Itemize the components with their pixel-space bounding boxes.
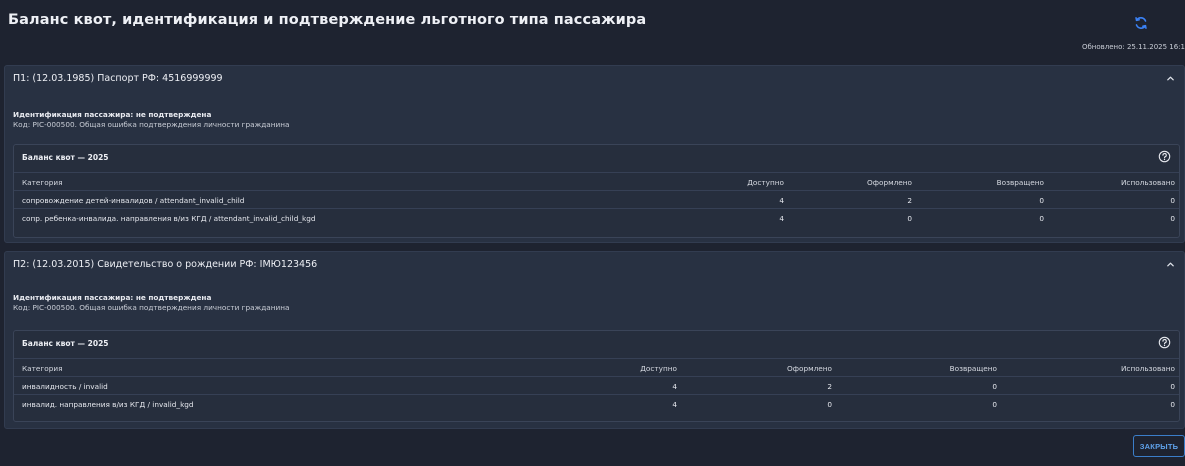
- identification-error-code: Код: PIC-000500. Общая ошибка подтвержде…: [13, 120, 290, 129]
- table-header-row: Категория Доступно Оформлено Возвращено …: [14, 358, 1179, 376]
- cell-returned: 0: [992, 382, 997, 391]
- column-header-issued: Оформлено: [787, 364, 832, 373]
- cell-issued: 0: [827, 400, 832, 409]
- cell-issued: 2: [907, 196, 912, 205]
- passenger-title: П1: (12.03.1985) Паспорт РФ: 4516999999: [13, 73, 223, 84]
- close-button[interactable]: ЗАКРЫТЬ: [1133, 435, 1185, 457]
- cell-available: 4: [672, 400, 677, 409]
- help-icon[interactable]: [1158, 336, 1171, 349]
- cell-used: 0: [1170, 382, 1175, 391]
- quota-balance-card: Баланс квот — 2025 Категория Доступно Оф…: [13, 330, 1180, 422]
- column-header-used: Использовано: [1120, 364, 1175, 373]
- cell-returned: 0: [992, 400, 997, 409]
- quota-title: Баланс квот — 2025: [22, 339, 109, 348]
- identification-status: Идентификация пассажира: не подтверждена: [13, 293, 212, 302]
- cell-category: сопр. ребенка-инвалида. направления в/из…: [22, 214, 316, 223]
- quota-balance-card: Баланс квот — 2025 Категория Доступно Оф…: [13, 144, 1180, 238]
- column-header-category: Категория: [22, 178, 63, 187]
- passenger-panel-header[interactable]: П1: (12.03.1985) Паспорт РФ: 4516999999: [5, 66, 1184, 92]
- column-header-issued: Оформлено: [867, 178, 912, 187]
- cell-used: 0: [1170, 214, 1175, 223]
- column-header-returned: Возвращено: [949, 364, 997, 373]
- passenger-title: П2: (12.03.2015) Свидетельство о рождени…: [13, 259, 318, 270]
- column-header-category: Категория: [22, 364, 63, 373]
- quota-table: Категория Доступно Оформлено Возвращено …: [14, 358, 1179, 412]
- cell-returned: 0: [1039, 214, 1044, 223]
- cell-available: 4: [779, 214, 784, 223]
- identification-error-code: Код: PIC-000500. Общая ошибка подтвержде…: [13, 303, 290, 312]
- passenger-panel-2: П2: (12.03.2015) Свидетельство о рождени…: [4, 251, 1185, 429]
- cell-returned: 0: [1039, 196, 1044, 205]
- table-header-row: Категория Доступно Оформлено Возвращено …: [14, 172, 1179, 190]
- cell-category: инвалидность / invalid: [22, 382, 108, 391]
- column-header-available: Доступно: [747, 178, 784, 187]
- identification-status: Идентификация пассажира: не подтверждена: [13, 110, 212, 119]
- help-icon[interactable]: [1158, 150, 1171, 163]
- refresh-icon[interactable]: [1133, 15, 1149, 31]
- chevron-up-icon[interactable]: [1166, 74, 1175, 83]
- cell-used: 0: [1170, 196, 1175, 205]
- dialog-title: Баланс квот, идентификация и подтвержден…: [8, 12, 647, 28]
- quota-dialog: Баланс квот, идентификация и подтвержден…: [0, 0, 1185, 466]
- table-row: сопр. ребенка-инвалида. направления в/из…: [14, 208, 1179, 226]
- chevron-up-icon[interactable]: [1166, 260, 1175, 269]
- cell-available: 4: [779, 196, 784, 205]
- passenger-panel-1: П1: (12.03.1985) Паспорт РФ: 4516999999 …: [4, 65, 1185, 243]
- updated-timestamp: Обновлено: 25.11.2025 16:1: [1081, 43, 1185, 51]
- cell-category: инвалид. направления в/из КГД / invalid_…: [22, 400, 194, 409]
- table-row: инвалидность / invalid 4 2 0 0: [14, 376, 1179, 394]
- column-header-returned: Возвращено: [996, 178, 1044, 187]
- cell-available: 4: [672, 382, 677, 391]
- passenger-panel-header[interactable]: П2: (12.03.2015) Свидетельство о рождени…: [5, 252, 1184, 278]
- quota-title: Баланс квот — 2025: [22, 153, 109, 162]
- column-header-used: Использовано: [1120, 178, 1175, 187]
- quota-table: Категория Доступно Оформлено Возвращено …: [14, 172, 1179, 226]
- cell-used: 0: [1170, 400, 1175, 409]
- column-header-available: Доступно: [640, 364, 677, 373]
- cell-issued: 2: [827, 382, 832, 391]
- table-row: инвалид. направления в/из КГД / invalid_…: [14, 394, 1179, 412]
- table-row: сопровождение детей-инвалидов / attendan…: [14, 190, 1179, 208]
- cell-issued: 0: [907, 214, 912, 223]
- cell-category: сопровождение детей-инвалидов / attendan…: [22, 196, 245, 205]
